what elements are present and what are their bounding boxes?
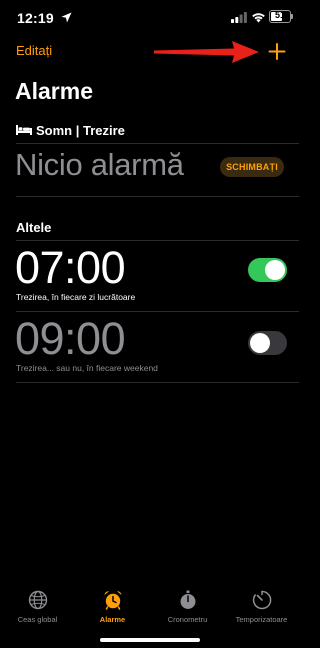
battery-icon: 51 (269, 10, 291, 23)
battery-level: 51 (274, 10, 285, 20)
edit-button[interactable]: Editați (16, 43, 52, 58)
alarm-label: Trezirea... sau nu, în fiecare weekend (16, 363, 158, 373)
change-button-label: SCHIMBAȚI (226, 162, 278, 172)
alarm-time: 09:00 (15, 313, 126, 364)
divider (16, 382, 299, 383)
annotation-arrow-icon (154, 41, 259, 63)
alarm-toggle[interactable] (248, 331, 287, 355)
no-alarm-text: Nicio alarmă (15, 147, 184, 182)
timer-icon (252, 590, 271, 610)
tab-label: Ceas global (17, 615, 58, 624)
home-indicator (100, 638, 200, 642)
tab-label: Temporizatoare (235, 615, 288, 624)
alarm-clock-icon (104, 591, 121, 610)
alarm-time: 07:00 (15, 242, 126, 293)
battery-cap (291, 14, 293, 19)
tab-bar: Ceas global Alarme Cronometru Temporizat… (0, 590, 299, 630)
tab-world-clock[interactable]: Ceas global (0, 590, 75, 624)
tab-timers[interactable]: Temporizatoare (224, 590, 299, 624)
sleep-header-label: Somn | Trezire (36, 122, 125, 138)
tab-alarms[interactable]: Alarme (75, 590, 150, 624)
tab-stopwatch[interactable]: Cronometru (150, 590, 225, 624)
divider (16, 240, 299, 241)
other-section-header: Altele (16, 220, 52, 235)
status-time: 12:19 (17, 10, 54, 26)
divider (16, 196, 299, 197)
alarm-toggle[interactable] (248, 258, 287, 282)
toggle-knob (265, 260, 285, 280)
tab-label: Alarme (99, 615, 126, 624)
wifi-icon (252, 13, 265, 23)
alarm-label: Trezirea, în fiecare zi lucrătoare (16, 292, 136, 302)
page-title: Alarme (15, 78, 93, 104)
change-sleep-button[interactable]: SCHIMBAȚI (220, 157, 284, 177)
clock-app-screen: 12:19 51 Editați Alarme Somn | Trezire N… (0, 0, 299, 648)
cellular-signal-icon (231, 12, 247, 23)
stopwatch-icon (180, 590, 195, 609)
divider (16, 311, 299, 312)
toggle-knob (250, 333, 270, 353)
sleep-section-header: Somn | Trezire (16, 122, 125, 138)
location-arrow-icon (61, 12, 72, 23)
status-bar: 12:19 51 (0, 0, 299, 36)
tab-label: Cronometru (167, 615, 208, 624)
divider (16, 143, 299, 144)
globe-icon (28, 590, 47, 610)
add-alarm-button[interactable] (265, 37, 289, 65)
bed-icon (16, 125, 32, 135)
